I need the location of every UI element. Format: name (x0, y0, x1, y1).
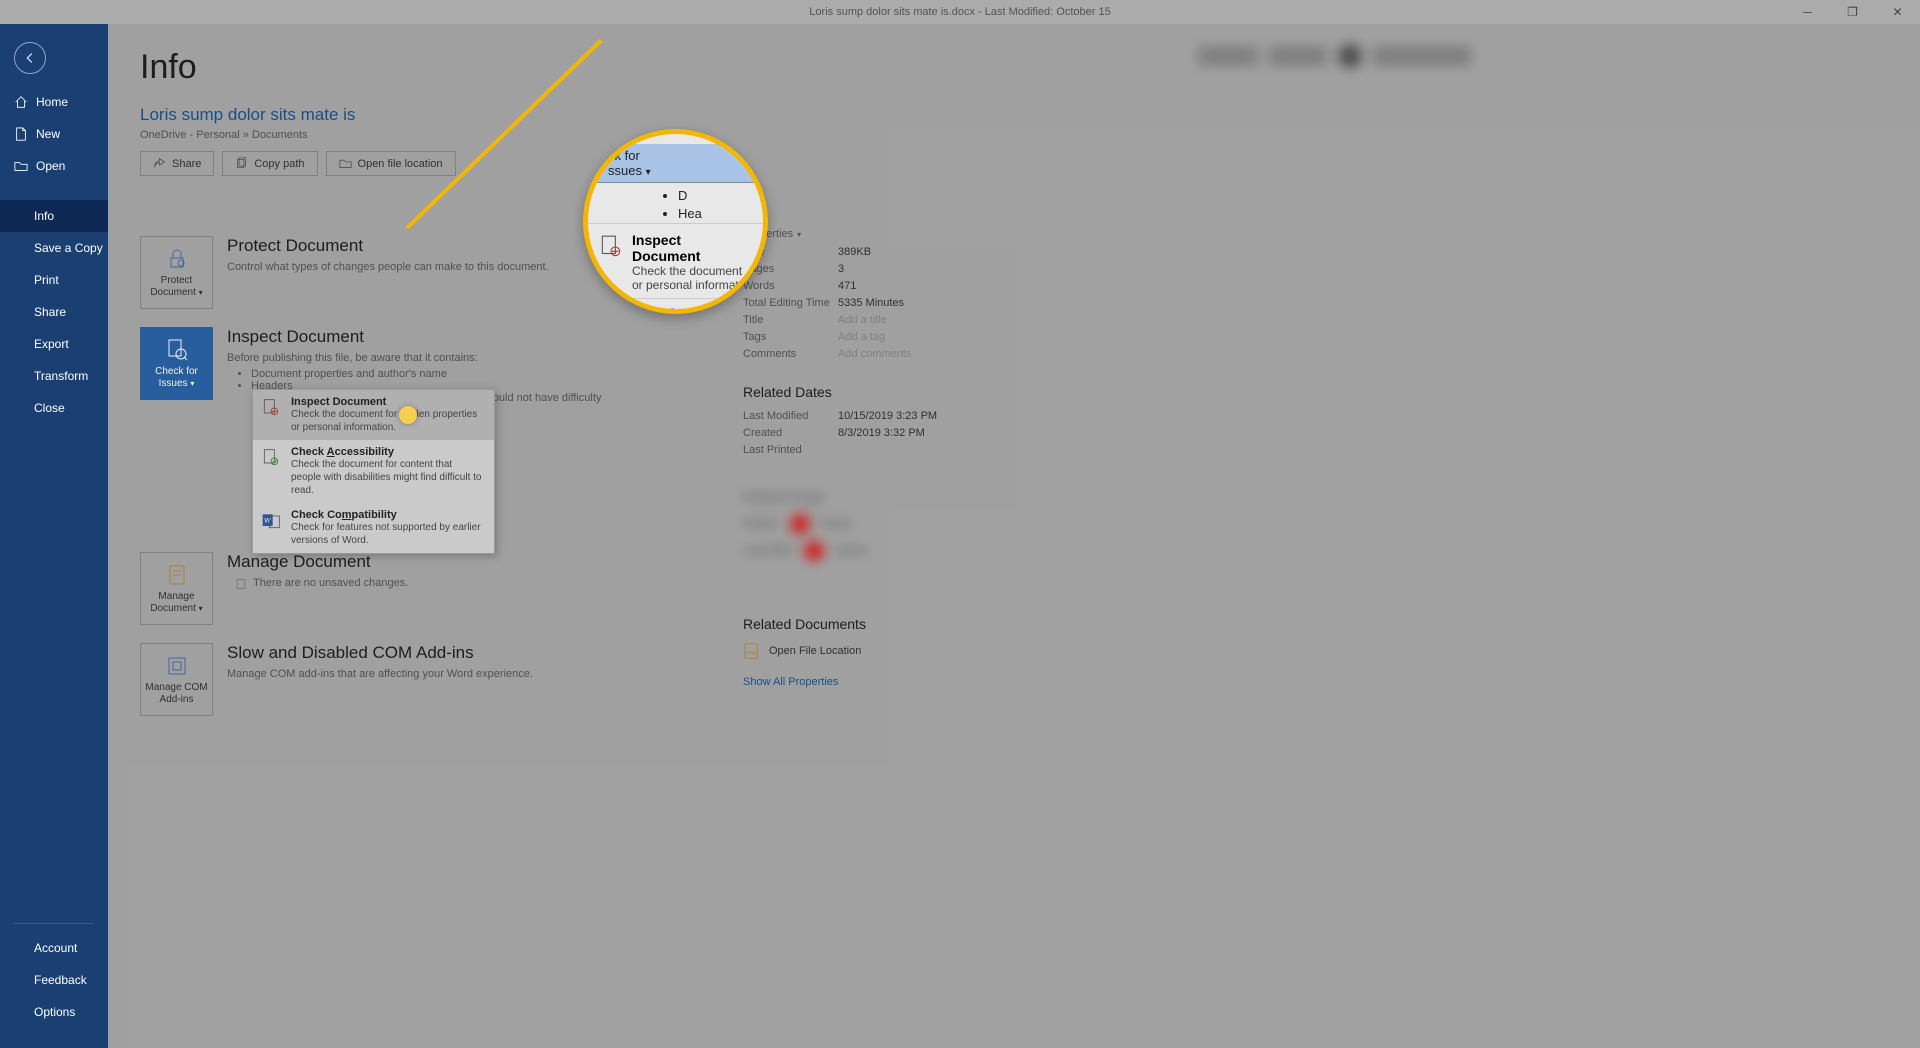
maximize-button[interactable]: ❐ (1830, 0, 1875, 24)
copy-path-button[interactable]: Copy path (222, 151, 317, 176)
inspect-desc: Before publishing this file, be aware th… (227, 351, 601, 366)
document-path: OneDrive - Personal » Documents (140, 129, 1920, 141)
redacted-people-section: Related People Author Name Last Mod Name (743, 484, 943, 584)
home-icon (14, 95, 28, 109)
addins-heading: Slow and Disabled COM Add-ins (227, 643, 533, 663)
menu-compat-title: Check Compatibility (291, 509, 484, 521)
addins-desc: Manage COM add-ins that are affecting yo… (227, 667, 533, 682)
related-dates-heading: Related Dates (743, 384, 978, 400)
nav-account[interactable]: Account (0, 932, 108, 964)
window-controls: ─ ❐ ✕ (1785, 0, 1920, 24)
folder-open-icon (14, 159, 28, 173)
check-for-issues-menu: Inspect Document Check the document for … (252, 389, 495, 554)
titlebar: Loris sump dolor sits mate is.docx - Las… (0, 0, 1920, 24)
nav-feedback[interactable]: Feedback (0, 964, 108, 996)
document-title: Loris sump dolor sits mate is (140, 105, 1920, 125)
manage-desc: There are no unsaved changes. (235, 576, 408, 591)
nav-info[interactable]: Info (0, 200, 108, 232)
nav-transform[interactable]: Transform (0, 360, 108, 392)
nav-home[interactable]: Home (0, 86, 108, 118)
page-title: Info (140, 48, 1920, 87)
inspect-doc-icon (261, 398, 281, 418)
nav-print[interactable]: Print (0, 264, 108, 296)
related-documents-heading: Related Documents (743, 616, 978, 632)
close-window-button[interactable]: ✕ (1875, 0, 1920, 24)
svg-text:W: W (264, 518, 271, 525)
minimize-button[interactable]: ─ (1785, 0, 1830, 24)
menu-inspect-document[interactable]: Inspect Document Check the document for … (253, 390, 494, 440)
properties-heading[interactable]: Properties ▾ (743, 228, 978, 240)
nav-open[interactable]: Open (0, 150, 108, 182)
open-file-location-link[interactable]: HTML Open File Location (743, 642, 978, 660)
open-file-location-button[interactable]: Open file location (326, 151, 456, 176)
nav-export[interactable]: Export (0, 328, 108, 360)
inspect-heading: Inspect Document (227, 327, 601, 347)
magnifier-callout: ck for ssues ▾ D Hea Inspect Document Ch… (583, 129, 768, 314)
nav-close[interactable]: Close (0, 392, 108, 424)
add-comments-field[interactable]: Add comments (838, 348, 978, 360)
main-content: Info Loris sump dolor sits mate is OneDr… (108, 24, 1920, 1048)
back-button[interactable] (14, 42, 46, 74)
copy-icon (235, 157, 248, 170)
add-tag-field[interactable]: Add a tag (838, 331, 978, 343)
share-icon (153, 157, 166, 170)
nav-new[interactable]: New (0, 118, 108, 150)
nav-share[interactable]: Share (0, 296, 108, 328)
protect-heading: Protect Document (227, 236, 549, 256)
callout-dot (399, 406, 417, 424)
protect-document-tile[interactable]: Protect Document ▾ (140, 236, 213, 309)
inspect-icon (165, 338, 189, 362)
manage-com-addins-tile[interactable]: Manage COM Add-ins (140, 643, 213, 716)
show-all-properties-link[interactable]: Show All Properties (743, 676, 978, 688)
folder-icon (339, 157, 352, 170)
share-button[interactable]: Share (140, 151, 214, 176)
titlebar-text: Loris sump dolor sits mate is.docx - Las… (809, 6, 1110, 18)
properties-panel: Properties ▾ Size389KB Pages3 Words471 T… (743, 228, 978, 688)
compatibility-icon: W (261, 511, 281, 531)
lock-icon (165, 247, 189, 271)
check-for-issues-tile[interactable]: Check for Issues ▾ (140, 327, 213, 400)
menu-check-compatibility[interactable]: W Check Compatibility Check for features… (253, 503, 494, 553)
menu-check-accessibility[interactable]: Check Accessibility Check the document f… (253, 440, 494, 503)
document-icon (14, 127, 28, 141)
document-manage-icon (165, 563, 189, 587)
add-title-field[interactable]: Add a title (838, 314, 978, 326)
nav-save-copy[interactable]: Save a Copy (0, 232, 108, 264)
redacted-account-area (1198, 44, 1578, 89)
manage-document-tile[interactable]: Manage Document ▾ (140, 552, 213, 625)
document-small-icon (235, 578, 247, 590)
nav-options[interactable]: Options (0, 996, 108, 1028)
addins-icon (165, 654, 189, 678)
html-file-icon: HTML (743, 642, 761, 660)
menu-access-title: Check Accessibility (291, 446, 484, 458)
protect-desc: Control what types of changes people can… (227, 260, 549, 275)
inspect-doc-icon (598, 234, 624, 260)
backstage-sidebar: Home New Open Info Save a Copy Print Sha… (0, 24, 108, 1048)
accessibility-icon (261, 448, 281, 468)
manage-heading: Manage Document (227, 552, 408, 572)
svg-text:HTML: HTML (746, 651, 759, 656)
